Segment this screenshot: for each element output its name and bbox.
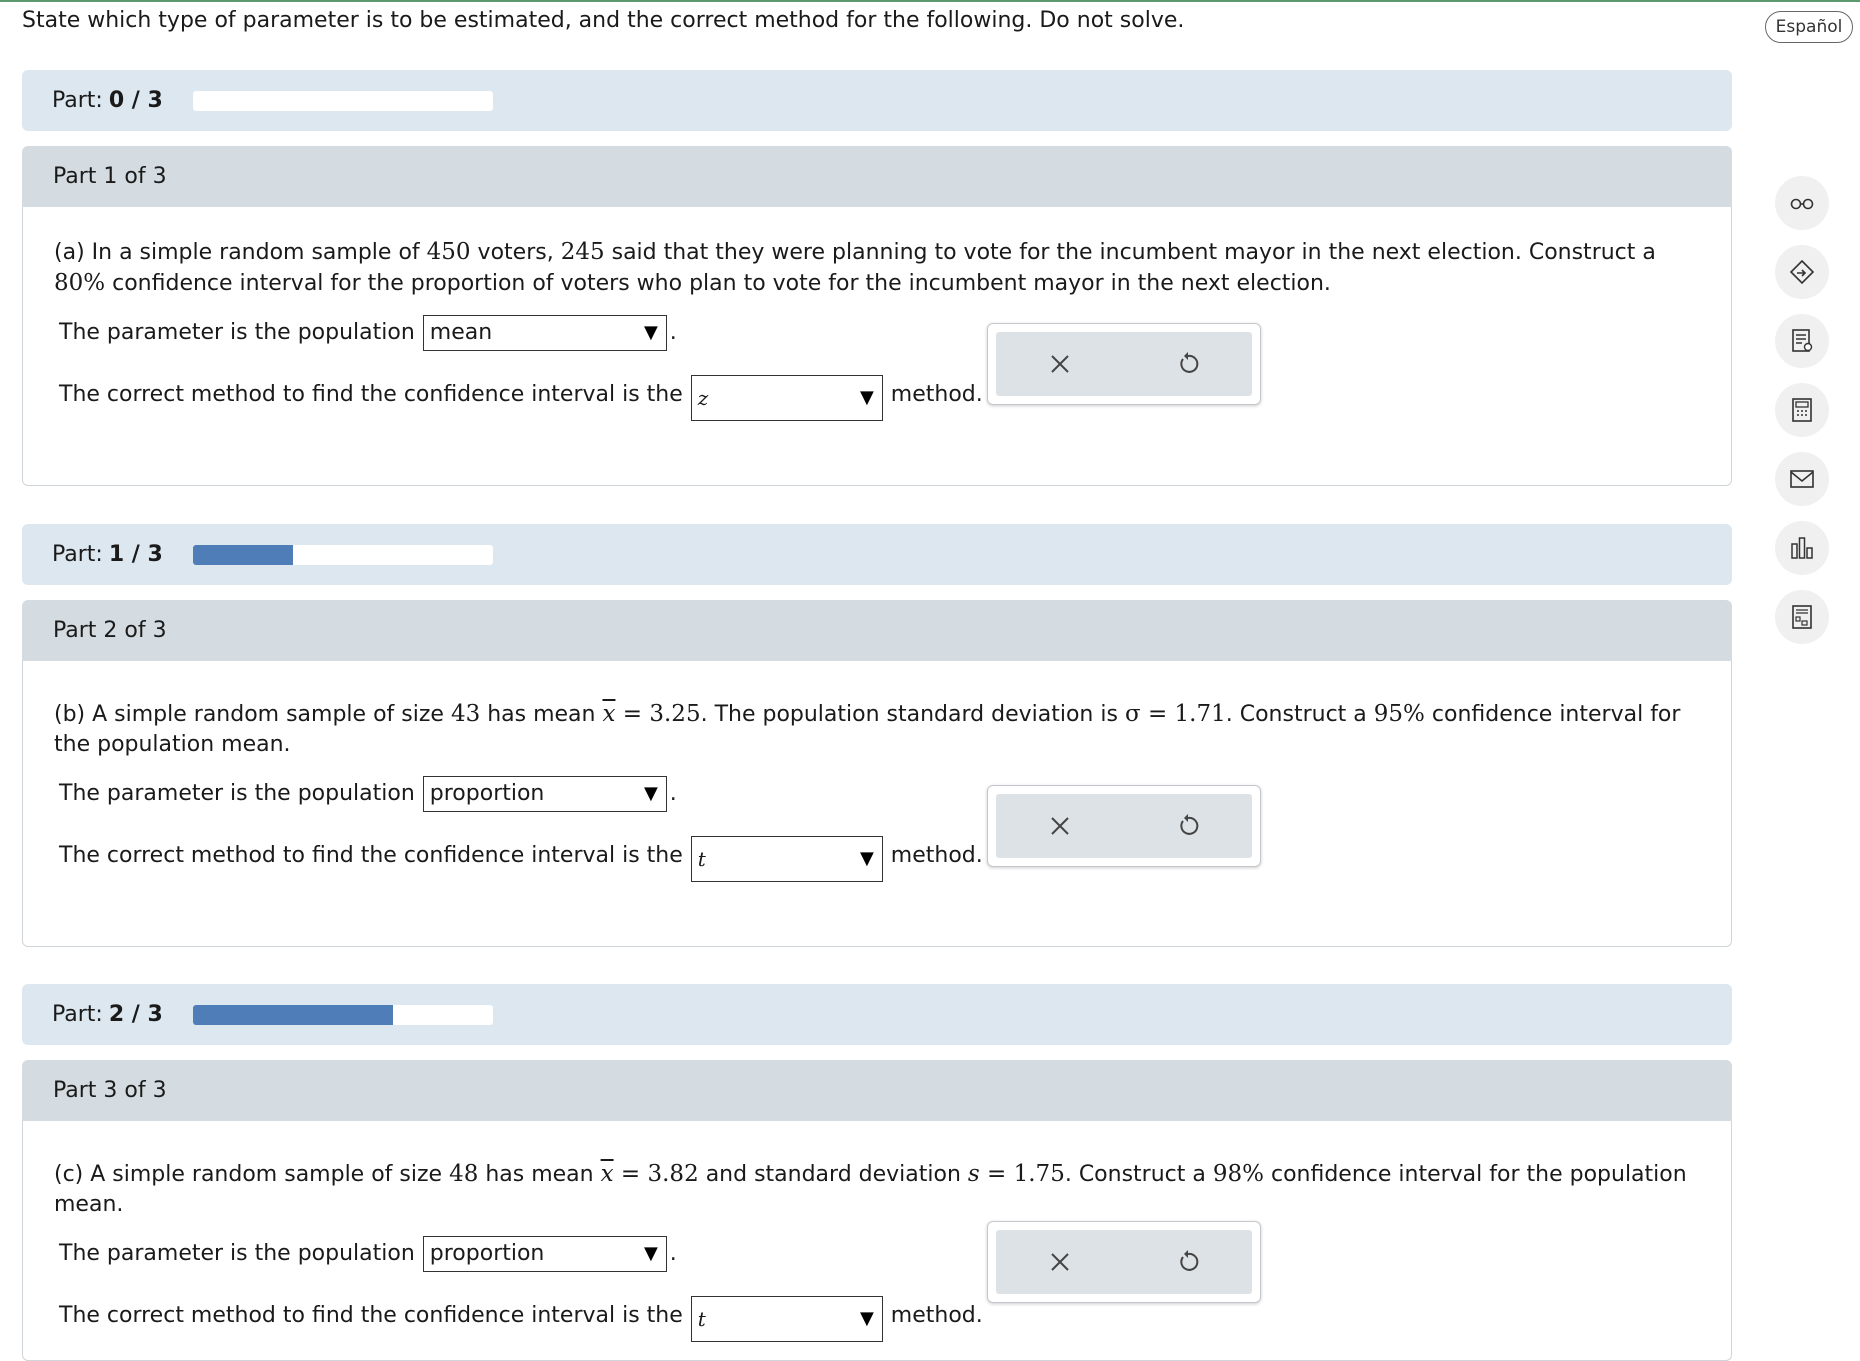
method-dropdown[interactable]: t ▼: [690, 1296, 883, 1342]
dropdown-arrow-icon: ▼: [643, 1243, 658, 1264]
close-icon: [1051, 355, 1069, 373]
method-dropdown[interactable]: t ▼: [690, 836, 883, 882]
dropdown-arrow-icon: ▼: [859, 848, 874, 869]
notes-icon[interactable]: [1775, 314, 1829, 368]
clear-button[interactable]: [1040, 1242, 1080, 1282]
parameter-dropdown[interactable]: proportion ▼: [422, 1236, 667, 1272]
progress-track: [192, 1004, 493, 1025]
method-dropdown[interactable]: z ▼: [690, 375, 883, 421]
progress-fill: [192, 544, 293, 565]
answer-actions: [987, 1221, 1261, 1303]
tag-arrow-icon[interactable]: [1775, 245, 1829, 299]
bar-chart-icon[interactable]: [1775, 521, 1829, 575]
undo-icon: [1180, 352, 1199, 373]
calculator-icon[interactable]: [1775, 383, 1829, 437]
language-button[interactable]: Español: [1765, 11, 1853, 43]
parameter-row: The parameter is the population mean ▼ .: [59, 313, 1701, 353]
parameter-row: The parameter is the population proporti…: [59, 1234, 1701, 1274]
progress-label: Part:: [52, 88, 103, 113]
close-icon: [1051, 817, 1069, 835]
tool-sidebar: [1775, 176, 1829, 659]
question-text: (a) In a simple random sample of 450 vot…: [54, 239, 1656, 296]
dropdown-arrow-icon: ▼: [859, 1308, 874, 1329]
undo-icon: [1180, 814, 1199, 835]
clear-button[interactable]: [1040, 806, 1080, 846]
close-icon: [1051, 1253, 1069, 1271]
progress-fill: [192, 1004, 393, 1025]
question-text: (c) A simple random sample of size 48 ha…: [54, 1161, 1687, 1217]
progress-bar-section: Part: 1 / 3: [22, 524, 1732, 585]
worksheet-icon[interactable]: [1775, 590, 1829, 644]
top-accent-line: [0, 0, 1860, 2]
progress-label: Part:: [52, 542, 103, 567]
parameter-dropdown[interactable]: mean ▼: [422, 315, 667, 351]
answer-actions: [987, 785, 1261, 867]
progress-track: [192, 90, 493, 111]
parameter-row: The parameter is the population proporti…: [59, 774, 1701, 814]
progress-bar-section: Part: 0 / 3: [22, 70, 1732, 131]
method-row: The correct method to find the confidenc…: [59, 836, 1701, 882]
answer-actions: [987, 323, 1261, 405]
parameter-dropdown[interactable]: proportion ▼: [422, 776, 667, 812]
part-header: Part 3 of 3: [22, 1060, 1732, 1121]
method-row: The correct method to find the confidenc…: [59, 1296, 1701, 1342]
dropdown-arrow-icon: ▼: [643, 783, 658, 804]
part-body: (c) A simple random sample of size 48 ha…: [22, 1121, 1732, 1361]
glasses-icon[interactable]: [1775, 176, 1829, 230]
progress-bar-section: Part: 2 / 3: [22, 984, 1732, 1045]
question-list: Part: 0 / 3 Part 1 of 3 (a) In a simple …: [22, 70, 1732, 1361]
undo-button[interactable]: [1168, 806, 1208, 846]
dropdown-arrow-icon: ▼: [859, 387, 874, 408]
part-header: Part 1 of 3: [22, 146, 1732, 207]
progress-value: 1 / 3: [108, 542, 163, 567]
question-text: (b) A simple random sample of size 43 ha…: [54, 701, 1681, 757]
instruction-text: State which type of parameter is to be e…: [22, 8, 1185, 33]
undo-icon: [1180, 1250, 1199, 1271]
progress-value: 0 / 3: [108, 88, 163, 113]
part-header: Part 2 of 3: [22, 600, 1732, 661]
progress-label: Part:: [52, 1002, 103, 1027]
progress-track: [192, 544, 493, 565]
clear-button[interactable]: [1040, 344, 1080, 384]
part-body: (a) In a simple random sample of 450 vot…: [22, 207, 1732, 486]
method-row: The correct method to find the confidenc…: [59, 375, 1701, 421]
undo-button[interactable]: [1168, 344, 1208, 384]
mail-icon[interactable]: [1775, 452, 1829, 506]
undo-button[interactable]: [1168, 1242, 1208, 1282]
dropdown-arrow-icon: ▼: [643, 322, 658, 343]
progress-value: 2 / 3: [108, 1002, 163, 1027]
part-body: (b) A simple random sample of size 43 ha…: [22, 661, 1732, 947]
